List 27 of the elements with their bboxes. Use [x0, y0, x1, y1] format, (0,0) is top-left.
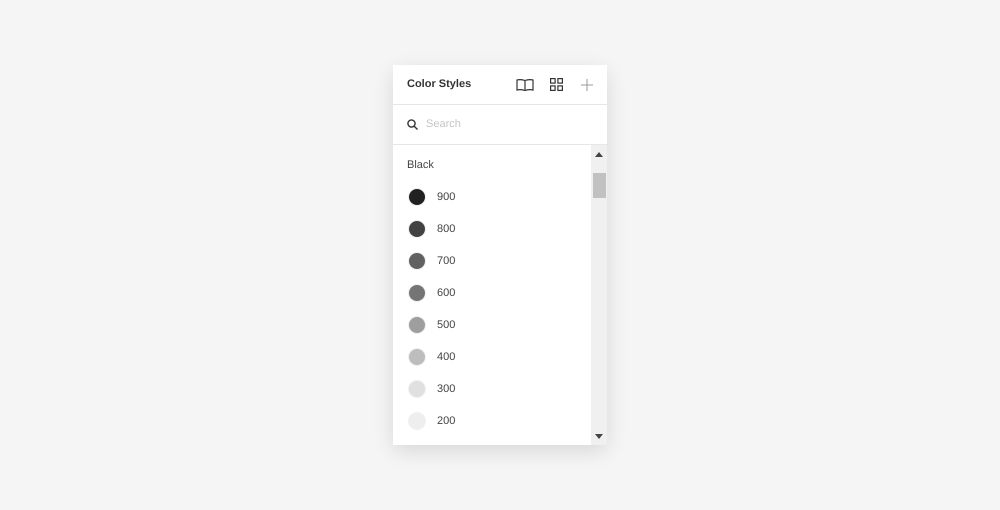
search-icon [407, 119, 418, 130]
add-icon[interactable] [581, 78, 593, 90]
color-style-item[interactable]: 800 [393, 213, 591, 245]
library-icon[interactable] [516, 78, 534, 92]
color-style-item[interactable]: 900 [393, 181, 591, 213]
style-name: 700 [437, 254, 456, 269]
search-field[interactable]: Search [426, 116, 576, 133]
style-name: 600 [437, 286, 456, 301]
scrollbar[interactable] [591, 145, 607, 445]
panel-title: Color Styles [407, 77, 472, 92]
group-label: Black [406, 158, 435, 173]
grid-view-icon[interactable] [550, 78, 563, 91]
color-style-item[interactable]: 500 [393, 309, 591, 341]
style-name: 800 [437, 222, 456, 237]
scroll-thumb[interactable] [592, 173, 606, 198]
style-name: 400 [437, 350, 456, 365]
color-style-item[interactable]: 600 [393, 277, 591, 309]
color-style-item[interactable]: 400 [393, 341, 591, 373]
scroll-up-icon[interactable] [595, 152, 603, 157]
style-name: 500 [437, 318, 456, 333]
color-style-item[interactable]: 300 [393, 373, 591, 405]
style-name: 200 [437, 414, 456, 429]
scroll-down-icon[interactable] [595, 434, 603, 439]
style-name: 300 [437, 382, 456, 397]
style-name: 900 [437, 190, 456, 205]
color-style-item[interactable]: 700 [393, 245, 591, 277]
color-style-item[interactable]: 200 [393, 405, 591, 437]
